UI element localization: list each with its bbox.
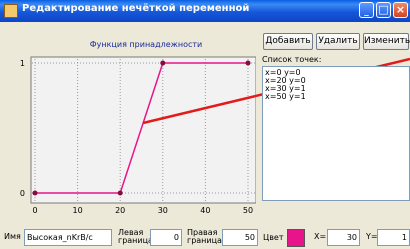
add-button[interactable]: Добавить — [263, 33, 313, 50]
y-tick-label: 1 — [20, 59, 25, 68]
left-boundary-label: Левая граница — [118, 229, 153, 245]
points-list-label: Список точек: — [262, 55, 322, 64]
right-boundary-field[interactable]: 50 — [222, 229, 258, 246]
left-boundary-label-line2: граница — [118, 236, 153, 245]
x-tick-label: 50 — [243, 206, 253, 215]
y-tick-label: 0 — [20, 189, 25, 198]
color-swatch[interactable] — [287, 229, 305, 247]
window-title: Редактирование нечёткой переменной — [22, 3, 250, 14]
data-point — [32, 190, 38, 196]
name-label: Имя — [4, 232, 21, 241]
left-boundary-field[interactable]: 0 — [150, 229, 182, 246]
title-bar[interactable]: Редактирование нечёткой переменной _ □ × — [0, 0, 410, 22]
x-field[interactable]: 30 — [327, 229, 360, 246]
plot-area — [30, 56, 256, 204]
x-tick-label: 10 — [73, 206, 83, 215]
data-point — [160, 60, 166, 66]
x-tick-label: 20 — [115, 206, 125, 215]
right-boundary-label-line2: граница — [187, 236, 222, 245]
x-tick-label: 30 — [158, 206, 168, 215]
x-tick-label: 0 — [32, 206, 37, 215]
chart-title: Функция принадлежности — [90, 40, 202, 49]
right-boundary-label: Правая граница — [187, 229, 222, 245]
edit-button[interactable]: Изменить — [363, 33, 410, 50]
color-label: Цвет — [263, 233, 284, 242]
membership-chart: Функция принадлежности 0 10 20 30 40 50 0 1 — [4, 32, 256, 220]
list-item[interactable]: x=50 y=1 — [265, 93, 306, 101]
x-tick-label: 40 — [200, 206, 210, 215]
close-button[interactable]: × — [393, 2, 408, 18]
x-label: X= — [314, 232, 327, 241]
maximize-icon: □ — [378, 3, 389, 16]
fuzzy-variable-editor-window: Редактирование нечёткой переменной _ □ ×… — [0, 0, 410, 249]
data-point — [117, 190, 123, 196]
data-point — [245, 60, 251, 66]
points-list[interactable]: x=0 y=0 x=20 y=0 x=30 y=1 x=50 y=1 — [262, 66, 410, 201]
minimize-icon: _ — [364, 7, 369, 17]
y-label: Y= — [366, 232, 378, 241]
close-icon: × — [395, 3, 406, 16]
y-field[interactable]: 1 — [377, 229, 410, 246]
delete-button[interactable]: Удалить — [316, 33, 360, 50]
minimize-button[interactable]: _ — [359, 2, 374, 18]
maximize-button[interactable]: □ — [376, 2, 391, 18]
name-field[interactable]: Высокая_nKrB/c — [24, 229, 112, 246]
app-icon — [4, 4, 18, 18]
